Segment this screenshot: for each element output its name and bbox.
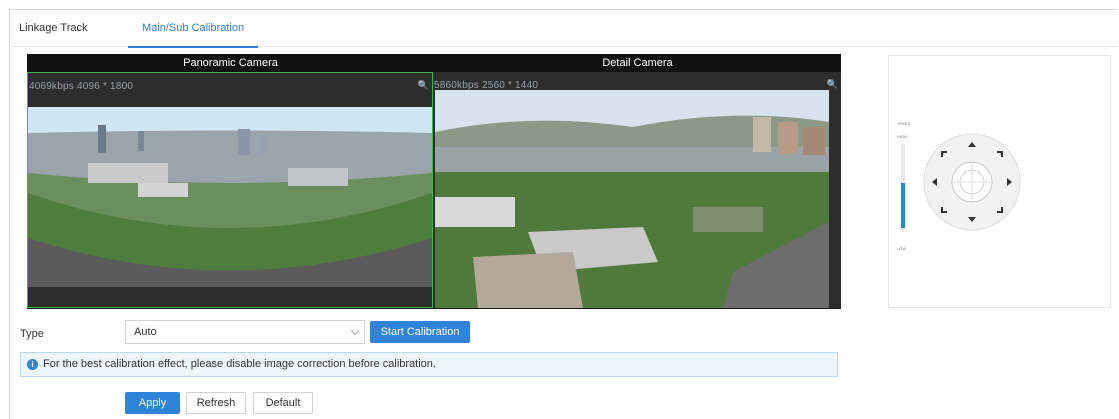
start-calibration-button[interactable]: Start Calibration [370, 321, 470, 343]
ptz-control-panel: SPEED HIGH LOW [888, 55, 1111, 308]
chevron-down-icon [350, 326, 360, 336]
panoramic-camera-title: Panoramic Camera [27, 54, 434, 72]
apply-button[interactable]: Apply [125, 392, 180, 414]
type-select-value: Auto [134, 326, 157, 338]
panoramic-camera-view[interactable]: 4069kbps 4096 * 1800 🔍 [27, 72, 433, 308]
tab-linkage-track[interactable]: Linkage Track [19, 9, 87, 47]
type-select[interactable]: Auto [125, 320, 365, 344]
notice-text: For the best calibration effect, please … [43, 358, 436, 370]
ptz-direction-pad[interactable] [922, 132, 1022, 232]
detail-image [433, 72, 841, 308]
speed-high-label: HIGH [897, 134, 907, 139]
panoramic-zoom-icon[interactable]: 🔍 [418, 80, 429, 91]
panoramic-image [28, 73, 432, 307]
speed-slider-fill[interactable] [901, 183, 905, 228]
speed-label: SPEED [897, 121, 911, 126]
panoramic-osd: 4069kbps 4096 * 1800 [29, 81, 134, 92]
detail-camera-view[interactable]: 5860kbps 2560 * 1440 🔍 [433, 72, 841, 308]
speed-low-label: LOW [897, 246, 907, 251]
detail-osd: 5860kbps 2560 * 1440 [434, 80, 539, 91]
detail-zoom-icon[interactable]: 🔍 [827, 79, 838, 90]
info-icon: i [27, 359, 38, 370]
refresh-button[interactable]: Refresh [186, 392, 246, 414]
default-button[interactable]: Default [253, 392, 313, 414]
detail-camera-title: Detail Camera [434, 54, 841, 72]
tab-bar: Linkage Track Main/Sub Calibration [9, 9, 1117, 48]
tab-main-sub-calibration[interactable]: Main/Sub Calibration [127, 9, 259, 48]
info-notice: i For the best calibration effect, pleas… [20, 352, 838, 377]
type-label: Type [20, 328, 44, 340]
